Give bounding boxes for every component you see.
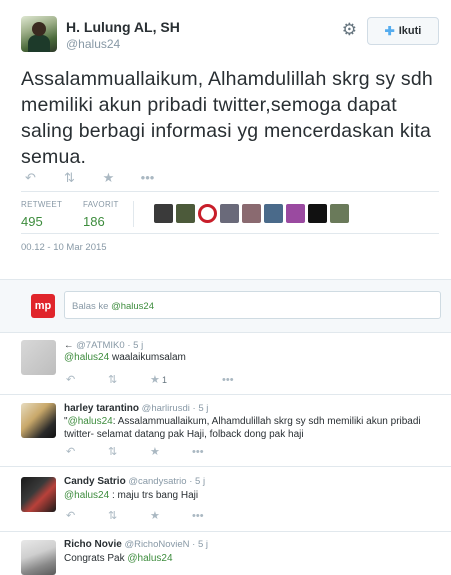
- reply-actions: ↶ ⇅ ★ 1 •••: [66, 373, 264, 387]
- reply-text: "@halus24: Assalammuallaikum, Alhamdulil…: [64, 415, 444, 441]
- retweet-label: RETWEET: [21, 200, 63, 209]
- gear-icon[interactable]: ⚙: [342, 20, 357, 40]
- favorite-stat[interactable]: FAVORIT 186: [83, 200, 119, 229]
- reply-header: Candy Satrio @candysatrio · 5 j: [64, 476, 206, 487]
- reply-input[interactable]: Balas ke @halus24: [64, 291, 441, 319]
- retweet-count: 495: [21, 214, 43, 229]
- more-icon[interactable]: •••: [192, 446, 234, 458]
- reply-area: mp Balas ke @halus24: [0, 279, 451, 333]
- favorite-count: 186: [83, 214, 105, 229]
- reply-text: @halus24 waalaikumsalam: [64, 351, 444, 364]
- reply-handle[interactable]: @7ATMIK0: [76, 340, 125, 351]
- reply-time[interactable]: 5 j: [198, 403, 208, 414]
- favoriter-avatar[interactable]: [242, 204, 261, 223]
- avatar[interactable]: [21, 540, 56, 575]
- favorite-count: 1: [162, 374, 168, 385]
- reply-text: @halus24 : maju trs bang Haji: [64, 489, 444, 502]
- retweet-icon[interactable]: ⇅: [108, 373, 150, 386]
- reply-item: Richo Novie @RichoNovieN · 5 j Congrats …: [0, 532, 451, 575]
- reply-text: Congrats Pak @halus24: [64, 552, 444, 565]
- favoriter-avatar[interactable]: [264, 204, 283, 223]
- avatar[interactable]: [21, 16, 57, 52]
- reply-fullname[interactable]: Candy Satrio: [64, 476, 126, 487]
- favoriter-avatar[interactable]: [330, 204, 349, 223]
- more-icon[interactable]: •••: [222, 374, 264, 386]
- reply-actions: ↶ ⇅ ★ •••: [66, 509, 234, 523]
- reply-icon[interactable]: ↶: [66, 509, 108, 522]
- retweet-icon[interactable]: ⇅: [108, 509, 150, 522]
- author-fullname[interactable]: H. Lulung AL, SH: [66, 19, 180, 35]
- reply-header: Richo Novie @RichoNovieN · 5 j: [64, 539, 209, 550]
- tweet-timestamp[interactable]: 00.12 - 10 Mar 2015: [21, 242, 107, 253]
- reply-body: waalaikumsalam: [109, 352, 186, 363]
- reply-handle[interactable]: @RichoNovieN: [124, 539, 189, 550]
- reply-icon[interactable]: ↶: [66, 373, 108, 386]
- more-icon[interactable]: •••: [139, 170, 156, 186]
- tweet-actions: ↶ ⇅ ★ •••: [22, 170, 156, 186]
- mention-link[interactable]: @halus24: [64, 352, 109, 363]
- reply-time[interactable]: 5 j: [195, 476, 205, 487]
- favorite-label: FAVORIT: [83, 200, 119, 209]
- follow-button[interactable]: ✚ Ikuti: [367, 17, 439, 45]
- reply-header: ← @7ATMIK0 · 5 j: [64, 340, 144, 351]
- reply-icon[interactable]: ↶: [22, 170, 39, 186]
- stats-divider: [133, 201, 134, 227]
- reply-item: Candy Satrio @candysatrio · 5 j @halus24…: [0, 467, 451, 532]
- tweet-header: H. Lulung AL, SH @halus24 ⚙ ✚ Ikuti: [21, 16, 439, 56]
- user-avatar-logo: mp: [31, 294, 55, 318]
- reply-time[interactable]: 5 j: [133, 340, 143, 351]
- favoriters-avatars: [154, 204, 349, 223]
- reply-handle[interactable]: @candysatrio: [128, 476, 186, 487]
- tweet-text: Assalammuallaikum, Alhamdulillah skrg sy…: [21, 68, 433, 168]
- more-icon[interactable]: •••: [192, 510, 234, 522]
- divider: [21, 191, 439, 192]
- avatar[interactable]: [21, 477, 56, 512]
- favoriter-avatar[interactable]: [198, 204, 217, 223]
- favoriter-avatar[interactable]: [176, 204, 195, 223]
- author-username[interactable]: @halus24: [66, 37, 120, 51]
- mention-link[interactable]: @halus24: [68, 416, 113, 427]
- retweet-stat[interactable]: RETWEET 495: [21, 200, 62, 229]
- reply-actions: ↶ ⇅ ★ •••: [66, 445, 234, 459]
- add-user-icon: ✚: [384, 24, 395, 38]
- reply-handle[interactable]: @harlirusdi: [142, 403, 190, 414]
- mention-link[interactable]: @halus24: [127, 553, 172, 564]
- reply-body: Congrats Pak: [64, 553, 128, 564]
- reply-arrow-icon: ←: [64, 340, 74, 351]
- avatar[interactable]: [21, 340, 56, 375]
- reply-placeholder-prefix: Balas ke: [72, 301, 112, 312]
- avatar[interactable]: [21, 403, 56, 438]
- favorite-icon[interactable]: ★: [150, 445, 192, 458]
- retweet-icon[interactable]: ⇅: [61, 170, 78, 186]
- reply-body: : Assalammuallaikum, Alhamdulillah skrg …: [64, 416, 421, 440]
- favoriter-avatar[interactable]: [286, 204, 305, 223]
- mention-link[interactable]: @halus24: [64, 490, 109, 501]
- reply-body: : maju trs bang Haji: [109, 490, 199, 501]
- retweet-icon[interactable]: ⇅: [108, 445, 150, 458]
- divider: [21, 233, 439, 234]
- reply-item: ← @7ATMIK0 · 5 j @halus24 waalaikumsalam…: [0, 332, 451, 395]
- reply-item: harley tarantino @harlirusdi · 5 j "@hal…: [0, 395, 451, 467]
- reply-fullname[interactable]: Richo Novie: [64, 539, 122, 550]
- reply-time[interactable]: 5 j: [198, 539, 208, 550]
- favoriter-avatar[interactable]: [220, 204, 239, 223]
- favorite-icon[interactable]: ★: [100, 170, 117, 186]
- favoriter-avatar[interactable]: [154, 204, 173, 223]
- follow-label: Ikuti: [398, 25, 422, 37]
- reply-placeholder-handle: @halus24: [111, 301, 154, 312]
- favoriter-avatar[interactable]: [308, 204, 327, 223]
- reply-fullname[interactable]: harley tarantino: [64, 403, 139, 414]
- reply-icon[interactable]: ↶: [66, 445, 108, 458]
- favorite-icon[interactable]: ★: [150, 509, 192, 522]
- reply-header: harley tarantino @harlirusdi · 5 j: [64, 403, 209, 414]
